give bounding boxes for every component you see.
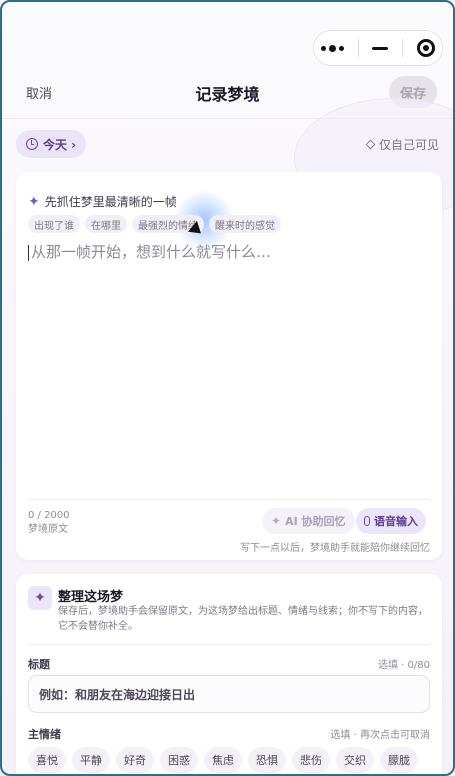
- clock-icon: [26, 138, 38, 150]
- mood-chip[interactable]: 朦胧: [380, 747, 418, 773]
- sparkle-icon: ✦: [271, 514, 282, 528]
- sparkle-icon: ✦: [28, 586, 52, 610]
- voice-input-button[interactable]: 语音输入: [356, 508, 426, 534]
- organize-card: ✦ 整理这场梦 保存后，梦境助手会保留原文，为这场梦给出标题、情绪与线索；你不写…: [16, 574, 442, 774]
- prompt-tag[interactable]: 在哪里: [85, 215, 127, 233]
- mood-chip[interactable]: 焦虑: [204, 747, 242, 773]
- voice-input-label: 语音输入: [374, 515, 418, 528]
- organize-description: 保存后，梦境助手会保留原文，为这场梦给出标题、情绪与线索；你不写下的内容，它不会…: [58, 606, 428, 632]
- mini-program-capsule: [313, 30, 443, 66]
- date-label: 今天 ›: [43, 137, 77, 152]
- title-field-label: 标题: [28, 658, 50, 671]
- mood-chip[interactable]: 交织: [336, 747, 374, 773]
- prompt-tag[interactable]: 醒来时的感觉: [209, 215, 281, 233]
- mood-chip[interactable]: 恐惧: [248, 747, 286, 773]
- char-count-caption: 梦境原文: [28, 524, 68, 535]
- mood-field-label: 主情绪: [28, 728, 61, 741]
- microphone-icon: [364, 516, 370, 526]
- mood-chip[interactable]: 平静: [72, 747, 110, 773]
- mood-chip[interactable]: 困惑: [160, 747, 198, 773]
- target-icon[interactable]: [417, 39, 436, 57]
- char-counter: 0 / 2000 梦境原文: [28, 509, 70, 537]
- mood-field-hint: 选填 · 再次点击可取消: [330, 730, 430, 741]
- date-picker-chip[interactable]: 今天 ›: [16, 130, 87, 158]
- editor-placeholder: 从那一帧开始，想到什么就写什么…: [31, 243, 272, 261]
- char-count: 0 / 2000: [28, 510, 70, 521]
- mood-chips: 喜悦 平静 好奇 困惑 焦虑 恐惧 悲伤 交织 朦胧: [28, 747, 418, 773]
- title-field-count: 选填 · 0/80: [378, 660, 430, 671]
- privacy-label: 仅自己可见: [378, 138, 439, 152]
- capsule-divider: [402, 39, 404, 57]
- text-caret: [28, 244, 29, 261]
- prompt-tag[interactable]: 出现了谁: [28, 215, 80, 233]
- capsule-divider: [357, 39, 359, 57]
- mood-chip[interactable]: 好奇: [116, 747, 154, 773]
- ai-assist-label: AI 协助回忆: [285, 515, 346, 528]
- card-divider: [28, 499, 430, 500]
- minimize-icon[interactable]: [372, 46, 389, 50]
- card-divider: [28, 644, 430, 645]
- dream-text-input[interactable]: 从那一帧开始，想到什么就写什么…: [28, 241, 271, 262]
- editor-prompt: ✦ 先抓住梦里最清晰的一帧: [28, 193, 177, 210]
- privacy-toggle[interactable]: 仅自己可见: [365, 136, 439, 153]
- sparkle-icon: ✦: [28, 193, 40, 210]
- organize-title: 整理这场梦: [58, 590, 124, 605]
- dream-editor-card: ✦ 先抓住梦里最清晰的一帧 出现了谁 在哪里 最强烈的情绪 醒来时的感觉 从那一…: [16, 172, 442, 560]
- diamond-icon: [365, 139, 376, 150]
- mood-chip[interactable]: 喜悦: [28, 747, 66, 773]
- prompt-tags: 出现了谁 在哪里 最强烈的情绪 醒来时的感觉: [28, 215, 281, 233]
- mood-chip[interactable]: 悲伤: [292, 747, 330, 773]
- prompt-text: 先抓住梦里最清晰的一帧: [44, 195, 177, 209]
- ai-assist-button[interactable]: ✦ AI 协助回忆: [262, 508, 355, 534]
- more-dots-icon[interactable]: [320, 44, 344, 52]
- dream-title-input[interactable]: 例如：和朋友在海边迎接日出: [28, 675, 430, 713]
- app-frame: 取消 记录梦境 保存 今天 › 仅自己可见 ✦ 先抓住梦里最清晰的一帧 出现了谁…: [0, 0, 455, 776]
- editor-hint: 写下一点以后，梦境助手就能陪你继续回忆: [240, 543, 430, 554]
